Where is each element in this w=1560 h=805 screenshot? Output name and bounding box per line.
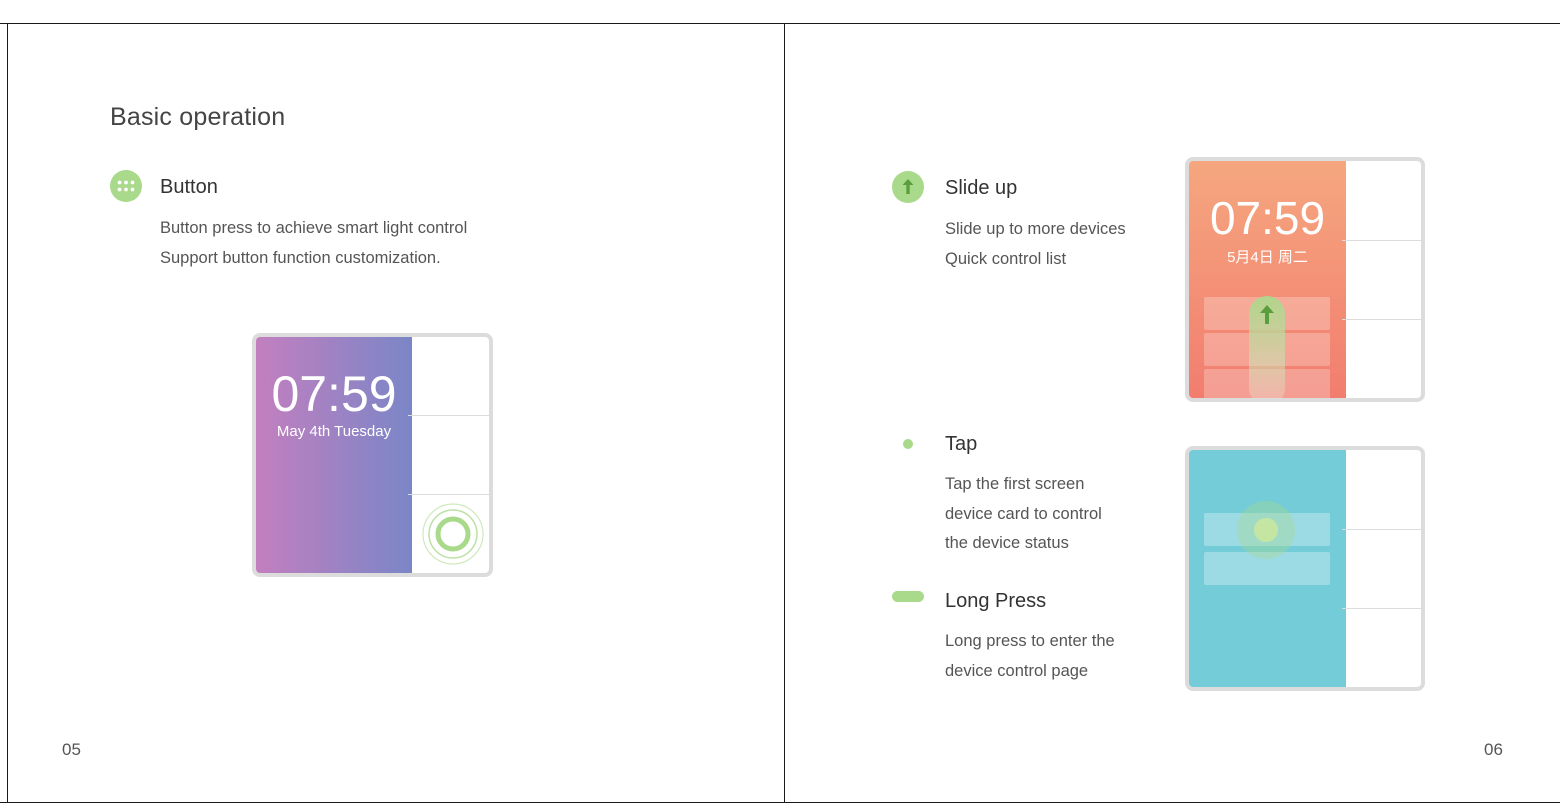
description-line: Button press to achieve smart light cont…	[160, 219, 468, 237]
description-line: Quick control list	[945, 249, 1067, 268]
long-press-description: Long press to enter the device control p…	[945, 627, 1115, 686]
description-line: device control page	[945, 661, 1089, 680]
device-screen	[1189, 450, 1346, 687]
page-title: Basic operation	[110, 103, 286, 131]
frame-top-border	[0, 23, 1560, 24]
arrow-up-icon	[1260, 305, 1274, 324]
description-line: Tap the first screen	[945, 475, 1085, 493]
description-line: device card to control	[945, 504, 1102, 523]
clock-time: 07:59	[1209, 192, 1326, 244]
slide-up-title: Slide up	[945, 177, 1018, 199]
frame-left-border	[7, 23, 8, 803]
description-line: the device status	[945, 534, 1069, 552]
button-section-description: Button press to achieve smart light cont…	[160, 214, 467, 273]
manual-spread: Basic operation Button Button press to a…	[0, 0, 1560, 805]
clock-date: May 4th Tuesday	[276, 423, 392, 440]
description-line: Slide up to more devices	[945, 220, 1126, 238]
description-line: Support button function customization.	[160, 248, 441, 267]
frame-bottom-border	[0, 802, 1560, 803]
long-press-title: Long Press	[945, 590, 1047, 612]
page-number: 06	[1484, 740, 1503, 759]
tap-ripple-icon	[1237, 501, 1295, 559]
device-screen: 07:59 5月4日 周二	[1189, 161, 1346, 398]
tap-title: Tap	[945, 433, 978, 455]
description-line: Long press to enter the	[945, 632, 1115, 650]
button-section-title: Button	[160, 176, 218, 198]
slide-up-description: Slide up to more devices Quick control l…	[945, 215, 1126, 274]
arrow-up-icon	[892, 171, 924, 203]
key-divider	[1342, 608, 1421, 609]
key-divider	[1342, 529, 1421, 530]
pill-icon	[892, 591, 924, 602]
clock-time: 07:59	[271, 366, 397, 422]
key-divider	[408, 494, 489, 495]
device-mockup-tap	[1185, 446, 1425, 691]
device-mockup-slide-up: 07:59 5月4日 周二	[1185, 157, 1425, 402]
clock-date: 5月4日 周二	[1227, 249, 1308, 266]
key-divider	[1342, 240, 1421, 241]
page-number: 05	[62, 740, 81, 759]
dot-icon	[903, 439, 913, 449]
key-divider	[1342, 319, 1421, 320]
key-divider	[408, 415, 489, 416]
dots-grid-icon	[110, 170, 142, 202]
page-divider	[784, 23, 785, 803]
tap-description: Tap the first screen device card to cont…	[945, 470, 1102, 559]
device-mockup-button: 07:59 May 4th Tuesday	[252, 333, 493, 577]
device-screen: 07:59 May 4th Tuesday	[256, 337, 412, 573]
press-ripple-icon[interactable]	[420, 501, 486, 567]
